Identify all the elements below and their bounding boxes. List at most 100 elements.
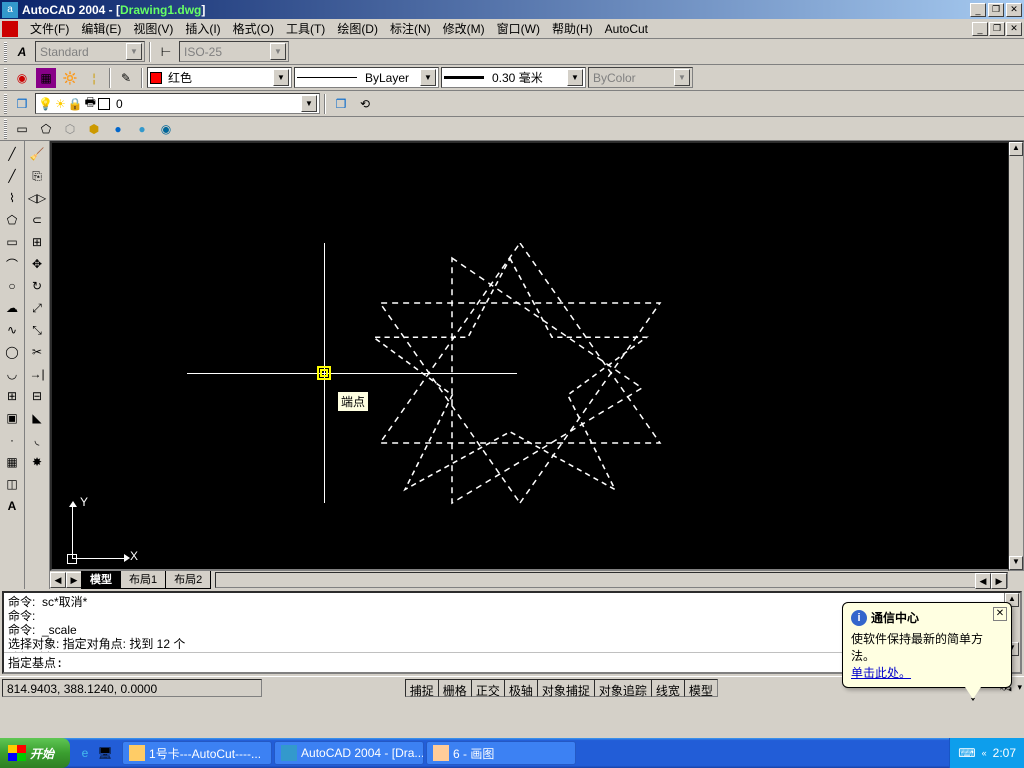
- line-icon[interactable]: ╱: [1, 143, 23, 165]
- doc-restore-button[interactable]: ❐: [989, 22, 1005, 36]
- snap-toggle[interactable]: 捕捉: [405, 679, 439, 697]
- lineweight-dropdown[interactable]: 0.30 毫米 ▼: [441, 67, 586, 88]
- region-icon[interactable]: ◫: [1, 473, 23, 495]
- layer-dropdown[interactable]: 💡 ☀ 🔒 🖶 0 ▼: [35, 93, 320, 114]
- tray-keyboard-icon[interactable]: ⌨: [958, 746, 975, 760]
- polar-toggle[interactable]: 极轴: [504, 679, 538, 697]
- text-style-icon[interactable]: A: [11, 41, 33, 63]
- match-props-icon[interactable]: ✎: [115, 67, 137, 89]
- menu-modify[interactable]: 修改(M): [437, 18, 491, 39]
- spline-icon[interactable]: ∿: [1, 319, 23, 341]
- make-block-icon[interactable]: ▣: [1, 407, 23, 429]
- polygon-icon[interactable]: ⬠: [1, 209, 23, 231]
- tray-expand-icon[interactable]: «: [982, 748, 987, 758]
- dropdown-arrow-icon[interactable]: ▼: [567, 69, 583, 86]
- pline-icon[interactable]: ⌇: [1, 187, 23, 209]
- ellipse-icon[interactable]: ◯: [1, 341, 23, 363]
- doc-icon[interactable]: [2, 21, 18, 37]
- scroll-left-icon[interactable]: ◀: [50, 572, 66, 588]
- hatch-icon[interactable]: ▦: [1, 451, 23, 473]
- drawing-canvas[interactable]: 端点 Y X: [50, 141, 1024, 571]
- layer-states-icon[interactable]: ⟲: [354, 93, 376, 115]
- balloon-link[interactable]: 单击此处。: [851, 666, 911, 680]
- shade-icon[interactable]: 🔆: [59, 67, 81, 89]
- menu-draw[interactable]: 绘图(D): [331, 18, 384, 39]
- start-button[interactable]: 开始: [0, 738, 70, 768]
- menu-dimension[interactable]: 标注(N): [384, 18, 437, 39]
- otrack-toggle[interactable]: 对象追踪: [594, 679, 652, 697]
- xline-icon[interactable]: ╱: [1, 165, 23, 187]
- dropdown-arrow-icon[interactable]: ▼: [301, 95, 317, 112]
- view-3d-flat-icon[interactable]: ●: [107, 118, 129, 140]
- render-icon[interactable]: ◉: [11, 67, 33, 89]
- menu-window[interactable]: 窗口(W): [491, 18, 546, 39]
- menu-view[interactable]: 视图(V): [127, 18, 179, 39]
- osnap-toggle[interactable]: 对象捕捉: [537, 679, 595, 697]
- minimize-button[interactable]: _: [970, 3, 986, 17]
- scroll-right-icon[interactable]: ▶: [66, 572, 82, 588]
- view-perspective-icon[interactable]: ⬠: [35, 118, 57, 140]
- taskbar-item-2[interactable]: AutoCAD 2004 - [Dra...: [274, 741, 424, 765]
- ellipse-arc-icon[interactable]: ◡: [1, 363, 23, 385]
- text-style-dropdown[interactable]: Standard ▼: [35, 41, 145, 62]
- trim-icon[interactable]: ✂: [26, 341, 48, 363]
- coordinates-display[interactable]: 814.9403, 388.1240, 0.0000: [2, 679, 262, 697]
- dim-style-icon[interactable]: ⊢: [155, 41, 177, 63]
- menu-file[interactable]: 文件(F): [24, 18, 75, 39]
- ie-icon[interactable]: e: [76, 742, 94, 764]
- taskbar-item-3[interactable]: 6 - 画图: [426, 741, 576, 765]
- model-tab[interactable]: 模型: [81, 569, 121, 589]
- revcloud-icon[interactable]: ☁: [1, 297, 23, 319]
- extend-icon[interactable]: →|: [26, 363, 48, 385]
- dropdown-arrow-icon[interactable]: ▼: [420, 69, 436, 86]
- chamfer-icon[interactable]: ◣: [26, 407, 48, 429]
- offset-icon[interactable]: ⊂: [26, 209, 48, 231]
- layout2-tab[interactable]: 布局2: [165, 569, 211, 589]
- point-icon[interactable]: ·: [1, 429, 23, 451]
- light-icon[interactable]: ¦: [83, 67, 105, 89]
- grip-icon[interactable]: [4, 68, 7, 88]
- view-3d-hidden-icon[interactable]: ⬢: [83, 118, 105, 140]
- break-icon[interactable]: ⊟: [26, 385, 48, 407]
- close-button[interactable]: ✕: [1006, 3, 1022, 17]
- menu-tools[interactable]: 工具(T): [280, 18, 331, 39]
- menu-format[interactable]: 格式(O): [227, 18, 280, 39]
- dim-style-dropdown[interactable]: ISO-25 ▼: [179, 41, 289, 62]
- balloon-close-button[interactable]: ✕: [993, 607, 1007, 621]
- hide-icon[interactable]: ▦: [35, 67, 57, 89]
- arc-icon[interactable]: ⌒: [1, 253, 23, 275]
- dropdown-arrow-icon[interactable]: ▼: [273, 69, 289, 86]
- copy-icon[interactable]: ⎘: [26, 165, 48, 187]
- menu-autocut[interactable]: AutoCut: [599, 20, 654, 38]
- dropdown-arrow-icon[interactable]: ▼: [270, 43, 286, 60]
- explode-icon[interactable]: ✸: [26, 451, 48, 473]
- menu-help[interactable]: 帮助(H): [546, 18, 599, 39]
- desktop-icon[interactable]: 🖥: [96, 742, 114, 764]
- menu-edit[interactable]: 编辑(E): [75, 18, 127, 39]
- dropdown-arrow-icon[interactable]: ▼: [674, 69, 690, 86]
- fillet-icon[interactable]: ◟: [26, 429, 48, 451]
- menu-insert[interactable]: 插入(I): [179, 18, 226, 39]
- vertical-scrollbar[interactable]: ▲ ▼: [1008, 141, 1024, 571]
- lwt-toggle[interactable]: 线宽: [651, 679, 685, 697]
- linetype-dropdown[interactable]: ByLayer ▼: [294, 67, 439, 88]
- doc-close-button[interactable]: ✕: [1006, 22, 1022, 36]
- grid-toggle[interactable]: 栅格: [438, 679, 472, 697]
- stretch-icon[interactable]: ⤡: [26, 319, 48, 341]
- color-dropdown[interactable]: 红色 ▼: [147, 67, 292, 88]
- ortho-toggle[interactable]: 正交: [471, 679, 505, 697]
- scale-icon[interactable]: ⤢: [26, 297, 48, 319]
- taskbar-item-1[interactable]: 1号卡---AutoCut----...: [122, 741, 272, 765]
- array-icon[interactable]: ⊞: [26, 231, 48, 253]
- move-icon[interactable]: ✥: [26, 253, 48, 275]
- grip-icon[interactable]: [4, 119, 7, 139]
- circle-icon[interactable]: ○: [1, 275, 23, 297]
- rectangle-icon[interactable]: ▭: [1, 231, 23, 253]
- view-2d-icon[interactable]: ▭: [11, 118, 33, 140]
- plotstyle-dropdown[interactable]: ByColor ▼: [588, 67, 693, 88]
- modelspace-toggle[interactable]: 模型: [684, 679, 718, 697]
- tray-arrow-icon[interactable]: ▾: [1017, 682, 1022, 693]
- maximize-button[interactable]: ❐: [988, 3, 1004, 17]
- layer-previous-icon[interactable]: ❒: [330, 93, 352, 115]
- horizontal-scrollbar[interactable]: ◀ ▶: [215, 572, 1008, 588]
